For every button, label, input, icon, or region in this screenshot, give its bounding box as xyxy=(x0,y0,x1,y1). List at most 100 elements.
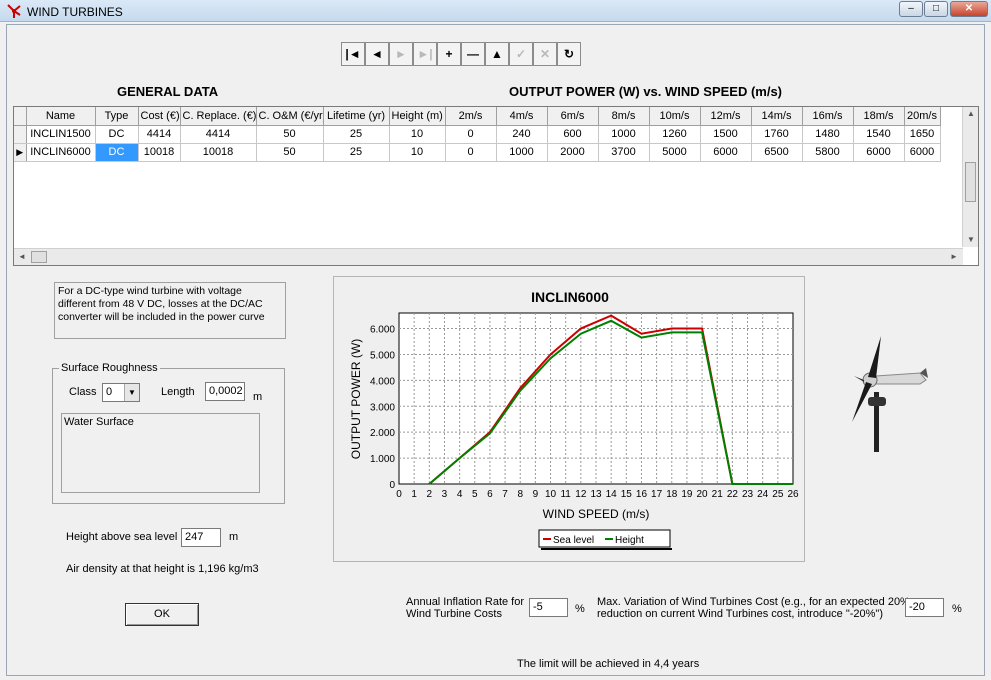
delete-record-button[interactable]: — xyxy=(461,42,485,66)
column-header[interactable]: 10m/s xyxy=(649,107,701,126)
column-header[interactable]: 2m/s xyxy=(445,107,497,126)
scroll-left-icon[interactable]: ◄ xyxy=(18,252,26,261)
close-button[interactable]: ✕ xyxy=(950,1,988,17)
table-cell[interactable]: DC xyxy=(95,125,139,144)
x-tick-label: 14 xyxy=(606,489,618,500)
edit-record-button[interactable]: ▲ xyxy=(485,42,509,66)
vertical-scrollbar[interactable]: ▲ ▼ xyxy=(962,107,978,247)
ok-button[interactable]: OK xyxy=(125,603,199,626)
table-cell[interactable]: 1000 xyxy=(598,125,650,144)
column-header[interactable]: C. O&M (€/yr) xyxy=(256,107,324,126)
wind-turbine-app-icon xyxy=(7,4,21,18)
power-curve-panel: INCLIN6000 0 1 2 3 4 5 6 7 8 9 10 11 12 13 14 15 16 17 18 19… xyxy=(333,276,805,562)
column-header[interactable]: Cost (€) xyxy=(138,107,181,126)
table-row[interactable]: INCLIN1500 DC 4414 4414 50 25 10 0 240 600 1000 126… xyxy=(14,125,941,144)
table-cell[interactable]: INCLIN6000 xyxy=(26,143,96,162)
post-edit-button[interactable]: ✓ xyxy=(509,42,533,66)
turbine-data-grid[interactable]: Name Type Cost (€) C. Replace. (€) C. O&M (€… xyxy=(13,106,979,266)
table-cell[interactable]: 2000 xyxy=(547,143,599,162)
x-axis-label: WIND SPEED (m/s) xyxy=(543,507,650,521)
scroll-right-icon[interactable]: ► xyxy=(950,252,958,261)
table-cell[interactable]: 10 xyxy=(389,125,446,144)
table-cell[interactable]: 1650 xyxy=(904,125,941,144)
cancel-edit-button[interactable]: ✕ xyxy=(533,42,557,66)
table-cell[interactable]: 4414 xyxy=(138,125,181,144)
column-header[interactable]: 16m/s xyxy=(802,107,854,126)
minimize-button[interactable]: – xyxy=(899,1,923,17)
table-cell[interactable]: 600 xyxy=(547,125,599,144)
y-tick-label: 6.000 xyxy=(370,325,395,336)
table-cell[interactable]: 1500 xyxy=(700,125,752,144)
column-header[interactable]: Name xyxy=(26,107,96,126)
horizontal-scrollbar[interactable]: ◄ ► xyxy=(14,248,963,265)
table-cell[interactable]: 5800 xyxy=(802,143,854,162)
table-cell[interactable]: 25 xyxy=(323,125,390,144)
column-header[interactable]: 14m/s xyxy=(751,107,803,126)
vertical-scroll-thumb[interactable] xyxy=(965,162,976,202)
column-header[interactable]: 8m/s xyxy=(598,107,650,126)
height-field[interactable]: 247 xyxy=(181,528,221,547)
table-cell[interactable]: 3700 xyxy=(598,143,650,162)
x-tick-label: 8 xyxy=(517,489,523,500)
column-header[interactable]: Height (m) xyxy=(389,107,446,126)
table-cell[interactable]: 6000 xyxy=(853,143,905,162)
table-cell[interactable]: 5000 xyxy=(649,143,701,162)
table-cell[interactable]: INCLIN1500 xyxy=(26,125,96,144)
next-record-button[interactable]: ► xyxy=(389,42,413,66)
insert-record-button[interactable]: + xyxy=(437,42,461,66)
chevron-down-icon[interactable]: ▼ xyxy=(124,384,139,401)
y-tick-label: 5.000 xyxy=(370,350,395,361)
table-cell[interactable]: 50 xyxy=(256,143,324,162)
x-tick-label: 11 xyxy=(560,489,571,500)
column-header[interactable]: C. Replace. (€) xyxy=(180,107,257,126)
refresh-button[interactable]: ↻ xyxy=(557,42,581,66)
table-cell[interactable]: 1540 xyxy=(853,125,905,144)
table-cell[interactable]: DC xyxy=(95,143,139,162)
table-cell[interactable]: 240 xyxy=(496,125,548,144)
last-record-button[interactable]: ►| xyxy=(413,42,437,66)
table-cell[interactable]: 10 xyxy=(389,143,446,162)
table-cell[interactable]: 1260 xyxy=(649,125,701,144)
table-cell[interactable]: 10018 xyxy=(138,143,181,162)
table-cell[interactable]: 6000 xyxy=(904,143,941,162)
column-header[interactable]: Lifetime (yr) xyxy=(323,107,390,126)
table-cell[interactable]: 6000 xyxy=(700,143,752,162)
column-header[interactable]: 20m/s xyxy=(904,107,941,126)
prior-record-button[interactable]: ◄ xyxy=(365,42,389,66)
table-cell[interactable]: 0 xyxy=(445,125,497,144)
x-tick-label: 24 xyxy=(757,489,769,500)
column-header[interactable]: 4m/s xyxy=(496,107,548,126)
first-record-button[interactable]: |◄ xyxy=(341,42,365,66)
table-cell[interactable]: 50 xyxy=(256,125,324,144)
max-variation-field[interactable]: -20 xyxy=(905,598,944,617)
column-header[interactable]: 6m/s xyxy=(547,107,599,126)
table-cell[interactable]: 0 xyxy=(445,143,497,162)
length-field[interactable]: 0,0002 xyxy=(205,382,245,401)
table-cell[interactable]: 6500 xyxy=(751,143,803,162)
table-cell[interactable]: 1760 xyxy=(751,125,803,144)
column-header[interactable]: 12m/s xyxy=(700,107,752,126)
table-cell[interactable]: 10018 xyxy=(180,143,257,162)
scroll-up-icon[interactable]: ▲ xyxy=(967,109,975,118)
turbine-table: Name Type Cost (€) C. Replace. (€) C. O&M (€… xyxy=(14,107,941,162)
table-cell[interactable]: 25 xyxy=(323,143,390,162)
table-row[interactable]: ▶ INCLIN6000 DC 10018 10018 50 25 10 0 1000 2000 37… xyxy=(14,143,941,162)
x-tick-label: 2 xyxy=(427,489,433,500)
dc-converter-note: For a DC-type wind turbine with voltage … xyxy=(54,282,286,339)
class-select[interactable]: 0 ▼ xyxy=(102,383,140,402)
horizontal-scroll-thumb[interactable] xyxy=(31,251,47,263)
column-header[interactable]: 18m/s xyxy=(853,107,905,126)
inflation-rate-field[interactable]: -5 xyxy=(529,598,568,617)
y-tick-label: 3.000 xyxy=(370,402,395,413)
maximize-button[interactable]: □ xyxy=(924,1,948,17)
table-cell[interactable]: 4414 xyxy=(180,125,257,144)
x-tick-label: 21 xyxy=(712,489,724,500)
table-cell[interactable]: 1000 xyxy=(496,143,548,162)
y-tick-label: 4.000 xyxy=(370,376,395,387)
surface-roughness-legend: Surface Roughness xyxy=(61,362,158,374)
table-cell[interactable]: 1480 xyxy=(802,125,854,144)
chart-title: INCLIN6000 xyxy=(531,289,609,305)
scroll-down-icon[interactable]: ▼ xyxy=(967,235,975,244)
column-header[interactable]: Type xyxy=(95,107,139,126)
legend-label: Height xyxy=(615,535,644,546)
